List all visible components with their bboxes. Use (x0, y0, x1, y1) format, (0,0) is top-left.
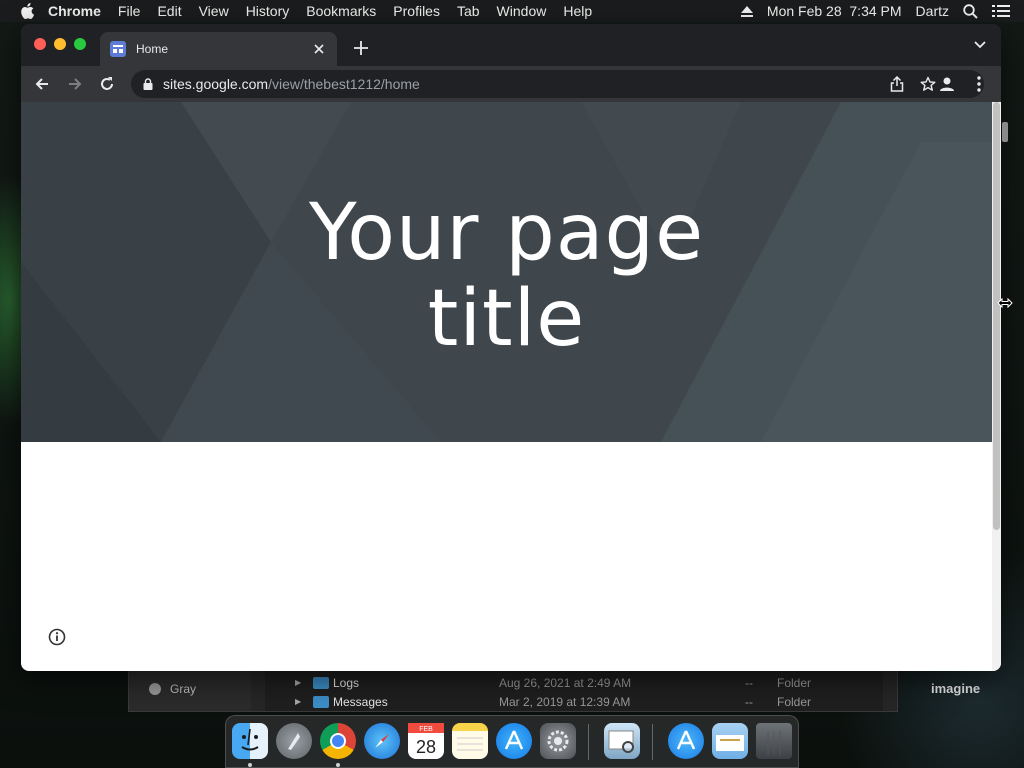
chrome-icon[interactable] (320, 723, 356, 759)
back-arrow-icon[interactable] (32, 74, 52, 94)
system-preferences-icon[interactable] (540, 723, 576, 759)
menu-bar: Chrome File Edit View History Bookmarks … (0, 0, 1024, 22)
page-scrollbar-thumb[interactable] (993, 102, 1000, 530)
finder-row-kind: Folder (777, 694, 812, 709)
forward-arrow-icon[interactable] (65, 74, 85, 94)
gray-tag-icon (149, 683, 161, 695)
dock: FEB 28 (225, 715, 799, 768)
menu-view[interactable]: View (199, 3, 229, 19)
trash-icon[interactable] (756, 723, 792, 759)
tab-title: Home (136, 42, 169, 56)
apple-logo-icon[interactable] (20, 3, 34, 19)
tab-home[interactable]: Home (100, 32, 337, 66)
window-edge-handle[interactable] (1002, 122, 1008, 142)
dock-separator (652, 724, 653, 760)
documents-folder-icon[interactable] (712, 723, 748, 759)
finder-file-list: ▶ Logs Aug 26, 2021 at 2:49 AM -- Folder… (265, 670, 883, 711)
page-title-line-1: Your page (308, 188, 705, 278)
preview-icon[interactable] (604, 723, 640, 759)
new-tab-plus-icon[interactable] (351, 38, 371, 58)
address-bar[interactable]: sites.google.com/view/thebest1212/home (131, 70, 984, 98)
finder-sidebar: Gray (129, 670, 251, 711)
lock-icon[interactable] (143, 78, 153, 90)
hero-banner: Your page title (21, 102, 992, 442)
close-window-button[interactable] (34, 38, 46, 50)
app-store-icon[interactable] (496, 723, 532, 759)
finder-tag-gray[interactable]: Gray (149, 682, 196, 696)
eject-icon[interactable] (740, 5, 753, 17)
finder-row[interactable]: ▶ Logs Aug 26, 2021 at 2:49 AM -- Folder (265, 673, 883, 692)
finder-row-name: Messages (333, 694, 388, 709)
finder-row-date: Mar 2, 2019 at 12:39 AM (499, 694, 631, 709)
menu-tab[interactable]: Tab (457, 3, 480, 19)
menu-window[interactable]: Window (497, 3, 547, 19)
calendar-month: FEB (419, 726, 433, 733)
menu-bookmarks[interactable]: Bookmarks (306, 3, 376, 19)
finder-window: Gray ▶ Logs Aug 26, 2021 at 2:49 AM -- F… (128, 670, 898, 712)
menu-file[interactable]: File (118, 3, 141, 19)
safari-icon[interactable] (364, 723, 400, 759)
fullscreen-window-button[interactable] (74, 38, 86, 50)
finder-row-date: Aug 26, 2021 at 2:49 AM (499, 675, 632, 690)
desktop-item-label[interactable]: imagine (931, 681, 980, 696)
folder-icon (313, 676, 329, 689)
finder-row-size: -- (745, 694, 753, 709)
launchpad-icon[interactable] (276, 723, 312, 759)
url-path: /view/thebest1212/home (268, 76, 420, 92)
browser-toolbar: sites.google.com/view/thebest1212/home (21, 66, 1001, 102)
finder-row-kind: Folder (777, 675, 812, 690)
menu-profiles[interactable]: Profiles (393, 3, 440, 19)
page-scrollbar[interactable] (992, 102, 1001, 671)
url-host: sites.google.com (163, 76, 269, 92)
disclosure-triangle-icon[interactable]: ▶ (295, 697, 301, 706)
finder-row-name: Logs (333, 675, 360, 690)
tab-close-icon[interactable] (311, 41, 327, 57)
notes-icon[interactable] (452, 723, 488, 759)
calendar-day: 28 (416, 737, 436, 757)
finder-tag-label: Gray (170, 682, 197, 696)
info-icon[interactable] (48, 628, 66, 646)
tab-strip: Home (21, 24, 1001, 66)
finder-icon[interactable] (232, 723, 268, 759)
google-sites-favicon-icon (110, 41, 126, 57)
control-center-icon[interactable] (992, 4, 1010, 18)
menu-help[interactable]: Help (563, 3, 592, 19)
minimize-window-button[interactable] (54, 38, 66, 50)
menu-history[interactable]: History (246, 3, 290, 19)
disclosure-triangle-icon[interactable]: ▶ (295, 678, 301, 687)
horizontal-resize-cursor-icon (997, 297, 1013, 309)
page-title: Your page title (21, 190, 992, 362)
share-icon[interactable] (890, 76, 904, 92)
finder-row[interactable]: ▶ Messages Mar 2, 2019 at 12:39 AM -- Fo… (265, 692, 883, 711)
bookmark-star-icon[interactable] (920, 76, 936, 92)
menu-datetime[interactable]: Mon Feb 28 7:34 PM (767, 3, 902, 19)
menu-user-name[interactable]: Dartz (916, 3, 949, 19)
chrome-menu-kebab-icon[interactable] (969, 74, 989, 94)
running-indicator (336, 763, 340, 767)
spotlight-search-icon[interactable] (963, 3, 978, 19)
chrome-window: Home sites.google.com/view/thebest1212/h… (21, 24, 1001, 671)
folder-icon (313, 695, 329, 708)
finder-row-size: -- (745, 675, 753, 690)
menu-bar-status-area: Mon Feb 28 7:34 PM Dartz (740, 0, 1024, 22)
menu-edit[interactable]: Edit (157, 3, 181, 19)
calendar-icon[interactable]: FEB 28 (408, 723, 444, 759)
page-title-line-2: title (427, 274, 586, 364)
dock-separator (588, 724, 589, 760)
profile-avatar-icon[interactable] (937, 74, 957, 94)
running-indicator (248, 763, 252, 767)
tab-search-chevron-icon[interactable] (973, 40, 987, 50)
page-viewport: Your page title (21, 102, 1001, 671)
applications-folder-icon[interactable] (668, 723, 704, 759)
reload-icon[interactable] (97, 74, 117, 94)
url-text[interactable]: sites.google.com/view/thebest1212/home (163, 76, 420, 92)
menu-app-name[interactable]: Chrome (48, 3, 101, 19)
